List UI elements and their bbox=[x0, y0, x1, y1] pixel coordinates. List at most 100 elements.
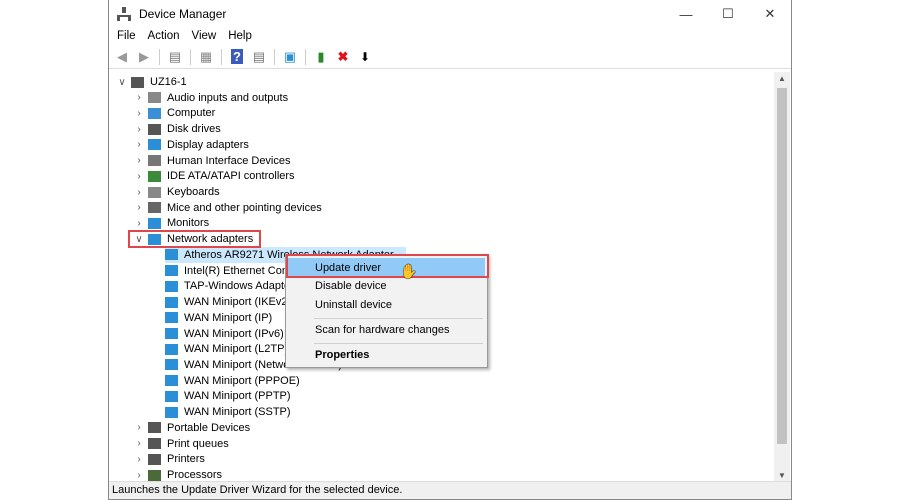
view-icon[interactable]: ▤ bbox=[250, 48, 268, 66]
chevron-right-icon[interactable]: › bbox=[134, 187, 144, 198]
chevron-right-icon[interactable]: › bbox=[134, 470, 144, 481]
device-label: Monitors bbox=[167, 217, 210, 230]
device-icon bbox=[148, 155, 161, 167]
device-label: Print queues bbox=[167, 437, 229, 450]
device-icon bbox=[165, 280, 178, 292]
minimize-button[interactable]: — bbox=[665, 0, 707, 28]
device-icon bbox=[165, 328, 178, 340]
device-icon bbox=[148, 217, 161, 229]
device-manager-icon bbox=[117, 7, 131, 21]
menu-file[interactable]: File bbox=[111, 28, 142, 45]
chevron-right-icon[interactable]: › bbox=[134, 124, 144, 135]
device-icon bbox=[165, 375, 178, 387]
update-driver-icon[interactable]: ▮ bbox=[312, 48, 330, 66]
device-icon bbox=[148, 422, 161, 434]
device-icon bbox=[148, 123, 161, 135]
scroll-up-icon[interactable]: ▲ bbox=[774, 74, 790, 83]
device-label: TAP-Windows Adapter bbox=[184, 280, 294, 293]
back-icon[interactable]: ◀ bbox=[113, 48, 131, 66]
device-label: WAN Miniport (IP) bbox=[184, 311, 273, 324]
tree-category[interactable]: › Computer bbox=[134, 105, 215, 121]
tree-category[interactable]: › Disk drives bbox=[134, 121, 221, 137]
menu-item-scan-hardware[interactable]: Scan for hardware changes bbox=[288, 320, 485, 340]
window-title: Device Manager bbox=[139, 7, 227, 21]
forward-icon[interactable]: ▶ bbox=[135, 48, 153, 66]
status-bar: Launches the Update Driver Wizard for th… bbox=[109, 481, 791, 499]
device-icon bbox=[165, 359, 178, 371]
chevron-right-icon[interactable]: › bbox=[134, 438, 144, 449]
device-label: WAN Miniport (PPTP) bbox=[184, 390, 291, 403]
device-icon bbox=[131, 76, 144, 88]
device-label: Audio inputs and outputs bbox=[167, 91, 289, 104]
disable-icon[interactable]: ⬇ bbox=[356, 48, 374, 66]
tree-device[interactable]: WAN Miniport (IPv6) bbox=[165, 326, 284, 342]
menu-help[interactable]: Help bbox=[222, 28, 258, 45]
chevron-right-icon[interactable]: › bbox=[134, 155, 144, 166]
chevron-right-icon[interactable]: › bbox=[134, 422, 144, 433]
device-icon bbox=[165, 343, 178, 355]
tree-category[interactable]: › Processors bbox=[134, 467, 222, 482]
tree-category[interactable]: › Print queues bbox=[134, 436, 229, 452]
update-driver-highlight bbox=[286, 254, 489, 278]
device-label: Computer bbox=[167, 107, 216, 120]
device-label: IDE ATA/ATAPI controllers bbox=[167, 170, 295, 183]
mouse-cursor-icon: ✋ bbox=[400, 263, 418, 279]
chevron-right-icon[interactable]: › bbox=[134, 171, 144, 182]
monitor-icon[interactable]: ▣ bbox=[281, 48, 299, 66]
device-label: Keyboards bbox=[167, 186, 220, 199]
tree-category[interactable]: › Portable Devices bbox=[134, 420, 250, 436]
chevron-right-icon[interactable]: › bbox=[134, 108, 144, 119]
tree-category[interactable]: › Printers bbox=[134, 451, 205, 467]
chevron-right-icon[interactable]: › bbox=[134, 92, 144, 103]
tree-category[interactable]: › Human Interface Devices bbox=[134, 153, 291, 169]
tree-category[interactable]: › Mice and other pointing devices bbox=[134, 200, 321, 216]
device-icon bbox=[148, 453, 161, 465]
maximize-button[interactable]: ☐ bbox=[707, 0, 749, 28]
title-bar: Device Manager — ☐ ✕ bbox=[109, 0, 791, 28]
menu-item-uninstall-device[interactable]: Uninstall device bbox=[288, 295, 485, 315]
chevron-right-icon[interactable]: › bbox=[134, 202, 144, 213]
device-label: WAN Miniport (L2TP) bbox=[184, 343, 289, 356]
tree-device[interactable]: WAN Miniport (SSTP) bbox=[165, 404, 291, 420]
tree-device[interactable]: WAN Miniport (PPPOE) bbox=[165, 373, 300, 389]
scroll-down-icon[interactable]: ▼ bbox=[774, 471, 790, 480]
vertical-scrollbar[interactable]: ▲ ▼ bbox=[774, 72, 790, 482]
tree-device[interactable]: WAN Miniport (IKEv2) bbox=[165, 294, 291, 310]
tree-root[interactable]: ∨ UZ16-1 bbox=[117, 74, 186, 90]
device-icon bbox=[165, 296, 178, 308]
device-icon bbox=[148, 92, 161, 104]
uninstall-icon[interactable]: ✖ bbox=[334, 48, 352, 66]
chevron-down-icon[interactable]: ∨ bbox=[117, 77, 127, 88]
show-hide-icon[interactable]: ▦ bbox=[197, 48, 215, 66]
device-label: WAN Miniport (SSTP) bbox=[184, 406, 291, 419]
close-button[interactable]: ✕ bbox=[749, 0, 791, 28]
tree-device[interactable]: WAN Miniport (PPTP) bbox=[165, 388, 291, 404]
menu-item-disable-device[interactable]: Disable device bbox=[288, 276, 485, 296]
tree-device[interactable]: WAN Miniport (L2TP) bbox=[165, 341, 288, 357]
device-icon bbox=[148, 469, 161, 481]
device-label: Human Interface Devices bbox=[167, 154, 291, 167]
menu-item-properties[interactable]: Properties bbox=[288, 345, 485, 365]
tree-device[interactable]: WAN Miniport (IP) bbox=[165, 310, 272, 326]
scrollbar-thumb[interactable] bbox=[777, 88, 787, 444]
tree-category[interactable]: › Keyboards bbox=[134, 184, 220, 200]
toolbar: ◀ ▶ ▤ ▦ ? ▤ ▣ ▮ ✖ ⬇ bbox=[109, 45, 791, 69]
menu-action[interactable]: Action bbox=[142, 28, 186, 45]
device-icon bbox=[165, 390, 178, 402]
chevron-right-icon[interactable]: › bbox=[134, 218, 144, 229]
device-label: Disk drives bbox=[167, 123, 221, 136]
chevron-right-icon[interactable]: › bbox=[134, 139, 144, 150]
device-icon bbox=[165, 249, 178, 261]
tree-category[interactable]: › Display adapters bbox=[134, 137, 249, 153]
device-label: Processors bbox=[167, 469, 223, 481]
chevron-right-icon[interactable]: › bbox=[134, 454, 144, 465]
tree-device[interactable]: TAP-Windows Adapter bbox=[165, 278, 294, 294]
tree-category[interactable]: › Audio inputs and outputs bbox=[134, 90, 288, 106]
device-icon bbox=[148, 438, 161, 450]
tree-category[interactable]: › IDE ATA/ATAPI controllers bbox=[134, 168, 295, 184]
device-icon bbox=[165, 406, 178, 418]
menu-view[interactable]: View bbox=[186, 28, 223, 45]
properties-pane-icon[interactable]: ▤ bbox=[166, 48, 184, 66]
device-icon bbox=[148, 170, 161, 182]
help-icon[interactable]: ? bbox=[228, 48, 246, 66]
